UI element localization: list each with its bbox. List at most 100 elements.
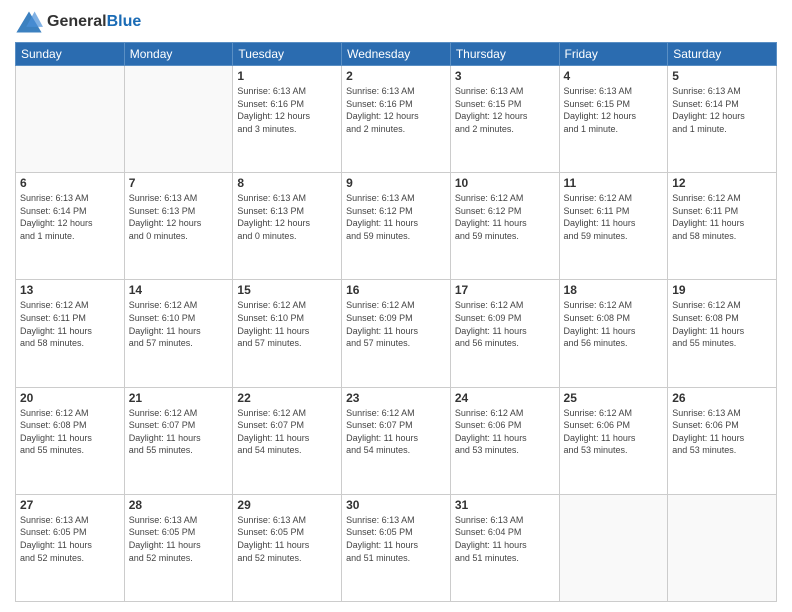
calendar-cell: 2 Sunrise: 6:13 AM Sunset: 6:16 PM Daylig…: [342, 66, 451, 173]
day-number: 17: [455, 283, 555, 297]
day-info: Sunrise: 6:12 AM Sunset: 6:09 PM Dayligh…: [346, 299, 446, 349]
day-number: 25: [564, 391, 664, 405]
day-number: 28: [129, 498, 229, 512]
day-info: Sunrise: 6:12 AM Sunset: 6:08 PM Dayligh…: [564, 299, 664, 349]
day-number: 10: [455, 176, 555, 190]
calendar-cell: [559, 494, 668, 601]
day-info: Sunrise: 6:12 AM Sunset: 6:08 PM Dayligh…: [20, 407, 120, 457]
calendar-cell: 27 Sunrise: 6:13 AM Sunset: 6:05 PM Dayli…: [16, 494, 125, 601]
day-info: Sunrise: 6:13 AM Sunset: 6:12 PM Dayligh…: [346, 192, 446, 242]
calendar-cell: 19 Sunrise: 6:12 AM Sunset: 6:08 PM Dayli…: [668, 280, 777, 387]
day-number: 1: [237, 69, 337, 83]
day-info: Sunrise: 6:13 AM Sunset: 6:16 PM Dayligh…: [346, 85, 446, 135]
calendar-cell: 18Sunrise: 6:12 AM Sunset: 6:08 PM Dayli…: [559, 280, 668, 387]
week-row-0: 1 Sunrise: 6:13 AM Sunset: 6:16 PM Daylig…: [16, 66, 777, 173]
day-info: Sunrise: 6:12 AM Sunset: 6:11 PM Dayligh…: [20, 299, 120, 349]
day-info: Sunrise: 6:13 AM Sunset: 6:05 PM Dayligh…: [346, 514, 446, 564]
calendar-cell: 26 Sunrise: 6:13 AM Sunset: 6:06 PM Dayli…: [668, 387, 777, 494]
day-info: Sunrise: 6:13 AM Sunset: 6:15 PM Dayligh…: [564, 85, 664, 135]
day-number: 3: [455, 69, 555, 83]
calendar-cell: [668, 494, 777, 601]
logo: GeneralBlue: [15, 10, 141, 34]
day-info: Sunrise: 6:13 AM Sunset: 6:14 PM Dayligh…: [20, 192, 120, 242]
week-row-3: 20 Sunrise: 6:12 AM Sunset: 6:08 PM Dayli…: [16, 387, 777, 494]
calendar-cell: 10Sunrise: 6:12 AM Sunset: 6:12 PM Dayli…: [450, 173, 559, 280]
calendar-cell: 21 Sunrise: 6:12 AM Sunset: 6:07 PM Dayli…: [124, 387, 233, 494]
calendar-cell: 9 Sunrise: 6:13 AM Sunset: 6:12 PM Daylig…: [342, 173, 451, 280]
calendar-cell: 14 Sunrise: 6:12 AM Sunset: 6:10 PM Dayli…: [124, 280, 233, 387]
page: GeneralBlue SundayMondayTuesdayWednesday…: [0, 0, 792, 612]
header: GeneralBlue: [15, 10, 777, 34]
day-info: Sunrise: 6:13 AM Sunset: 6:05 PM Dayligh…: [129, 514, 229, 564]
day-number: 27: [20, 498, 120, 512]
day-info: Sunrise: 6:13 AM Sunset: 6:13 PM Dayligh…: [237, 192, 337, 242]
weekday-header-monday: Monday: [124, 43, 233, 66]
calendar-cell: 16 Sunrise: 6:12 AM Sunset: 6:09 PM Dayli…: [342, 280, 451, 387]
calendar-cell: 20 Sunrise: 6:12 AM Sunset: 6:08 PM Dayli…: [16, 387, 125, 494]
day-number: 4: [564, 69, 664, 83]
day-info: Sunrise: 6:13 AM Sunset: 6:05 PM Dayligh…: [20, 514, 120, 564]
calendar-cell: 11 Sunrise: 6:12 AM Sunset: 6:11 PM Dayli…: [559, 173, 668, 280]
day-number: 7: [129, 176, 229, 190]
day-info: Sunrise: 6:12 AM Sunset: 6:06 PM Dayligh…: [455, 407, 555, 457]
calendar-cell: 17 Sunrise: 6:12 AM Sunset: 6:09 PM Dayli…: [450, 280, 559, 387]
calendar-cell: 5Sunrise: 6:13 AM Sunset: 6:14 PM Daylig…: [668, 66, 777, 173]
weekday-header-thursday: Thursday: [450, 43, 559, 66]
day-info: Sunrise: 6:12 AM Sunset: 6:11 PM Dayligh…: [564, 192, 664, 242]
day-number: 5: [672, 69, 772, 83]
weekday-header-friday: Friday: [559, 43, 668, 66]
calendar-cell: 6 Sunrise: 6:13 AM Sunset: 6:14 PM Daylig…: [16, 173, 125, 280]
day-number: 9: [346, 176, 446, 190]
day-number: 31: [455, 498, 555, 512]
day-number: 19: [672, 283, 772, 297]
day-info: Sunrise: 6:12 AM Sunset: 6:07 PM Dayligh…: [237, 407, 337, 457]
day-number: 11: [564, 176, 664, 190]
day-number: 30: [346, 498, 446, 512]
day-info: Sunrise: 6:12 AM Sunset: 6:08 PM Dayligh…: [672, 299, 772, 349]
calendar-cell: 8 Sunrise: 6:13 AM Sunset: 6:13 PM Daylig…: [233, 173, 342, 280]
day-info: Sunrise: 6:13 AM Sunset: 6:04 PM Dayligh…: [455, 514, 555, 564]
day-number: 8: [237, 176, 337, 190]
calendar-cell: 22 Sunrise: 6:12 AM Sunset: 6:07 PM Dayli…: [233, 387, 342, 494]
day-number: 6: [20, 176, 120, 190]
calendar-cell: 28 Sunrise: 6:13 AM Sunset: 6:05 PM Dayli…: [124, 494, 233, 601]
day-number: 12: [672, 176, 772, 190]
week-row-4: 27 Sunrise: 6:13 AM Sunset: 6:05 PM Dayli…: [16, 494, 777, 601]
day-number: 16: [346, 283, 446, 297]
day-number: 14: [129, 283, 229, 297]
day-info: Sunrise: 6:12 AM Sunset: 6:10 PM Dayligh…: [129, 299, 229, 349]
calendar-cell: [124, 66, 233, 173]
calendar-cell: [16, 66, 125, 173]
day-number: 23: [346, 391, 446, 405]
calendar-cell: 3 Sunrise: 6:13 AM Sunset: 6:15 PM Daylig…: [450, 66, 559, 173]
day-number: 15: [237, 283, 337, 297]
day-number: 22: [237, 391, 337, 405]
week-row-2: 13 Sunrise: 6:12 AM Sunset: 6:11 PM Dayli…: [16, 280, 777, 387]
day-number: 26: [672, 391, 772, 405]
calendar-cell: 15 Sunrise: 6:12 AM Sunset: 6:10 PM Dayli…: [233, 280, 342, 387]
day-info: Sunrise: 6:13 AM Sunset: 6:16 PM Dayligh…: [237, 85, 337, 135]
day-number: 24: [455, 391, 555, 405]
day-number: 21: [129, 391, 229, 405]
day-info: Sunrise: 6:13 AM Sunset: 6:13 PM Dayligh…: [129, 192, 229, 242]
day-number: 20: [20, 391, 120, 405]
day-info: Sunrise: 6:13 AM Sunset: 6:06 PM Dayligh…: [672, 407, 772, 457]
calendar-cell: 7 Sunrise: 6:13 AM Sunset: 6:13 PM Daylig…: [124, 173, 233, 280]
weekday-header-sunday: Sunday: [16, 43, 125, 66]
day-info: Sunrise: 6:13 AM Sunset: 6:15 PM Dayligh…: [455, 85, 555, 135]
day-number: 13: [20, 283, 120, 297]
weekday-header-wednesday: Wednesday: [342, 43, 451, 66]
day-number: 29: [237, 498, 337, 512]
day-number: 2: [346, 69, 446, 83]
day-info: Sunrise: 6:12 AM Sunset: 6:07 PM Dayligh…: [129, 407, 229, 457]
calendar-cell: 4 Sunrise: 6:13 AM Sunset: 6:15 PM Daylig…: [559, 66, 668, 173]
calendar-cell: 30 Sunrise: 6:13 AM Sunset: 6:05 PM Dayli…: [342, 494, 451, 601]
day-info: Sunrise: 6:12 AM Sunset: 6:09 PM Dayligh…: [455, 299, 555, 349]
calendar-cell: 29Sunrise: 6:13 AM Sunset: 6:05 PM Dayli…: [233, 494, 342, 601]
day-info: Sunrise: 6:12 AM Sunset: 6:10 PM Dayligh…: [237, 299, 337, 349]
day-info: Sunrise: 6:12 AM Sunset: 6:07 PM Dayligh…: [346, 407, 446, 457]
calendar-header-row: SundayMondayTuesdayWednesdayThursdayFrid…: [16, 43, 777, 66]
calendar-cell: 23 Sunrise: 6:12 AM Sunset: 6:07 PM Dayli…: [342, 387, 451, 494]
calendar-cell: 24 Sunrise: 6:12 AM Sunset: 6:06 PM Dayli…: [450, 387, 559, 494]
weekday-header-saturday: Saturday: [668, 43, 777, 66]
